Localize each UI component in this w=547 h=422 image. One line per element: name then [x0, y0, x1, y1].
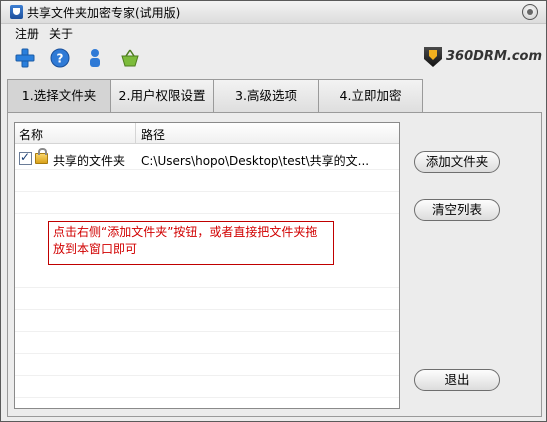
- list-header: 名称 路径: [15, 123, 399, 144]
- app-shield-icon: [10, 5, 23, 19]
- tab-encrypt-now[interactable]: 4.立即加密: [318, 79, 423, 112]
- window-title: 共享文件夹加密专家(试用版): [27, 6, 181, 20]
- table-row-empty: [15, 376, 399, 398]
- menu-register[interactable]: 注册: [15, 25, 39, 42]
- menu-about[interactable]: 关于: [49, 25, 73, 42]
- drag-hint-message: 点击右侧“添加文件夹”按钮，或者直接把文件夹拖放到本窗口即可: [48, 221, 334, 265]
- tab-user-permissions[interactable]: 2.用户权限设置: [110, 79, 214, 112]
- table-row-empty: [15, 170, 399, 192]
- add-folder-button[interactable]: 添加文件夹: [414, 151, 500, 173]
- brand-logo: 360DRM.com: [424, 46, 542, 68]
- table-row-empty: [15, 310, 399, 332]
- row-checkbox[interactable]: [19, 150, 32, 165]
- tab-advanced-options[interactable]: 3.高级选项: [213, 79, 319, 112]
- title-bar: 共享文件夹加密专家(试用版): [1, 1, 546, 24]
- user-icon[interactable]: [84, 47, 106, 69]
- folder-list[interactable]: 名称 路径 共享的文件夹 C:\Users\hopo\Desktop\test\…: [14, 122, 400, 409]
- tab-select-folder[interactable]: 1.选择文件夹: [7, 79, 111, 113]
- menu-bar: 注册 关于: [1, 23, 546, 41]
- app-window: 共享文件夹加密专家(试用版) 注册 关于 ? 360DRM.com 1.选择文件…: [0, 0, 547, 422]
- exit-button[interactable]: 退出: [414, 369, 500, 391]
- help-icon[interactable]: ?: [49, 47, 71, 69]
- svg-text:?: ?: [57, 52, 64, 66]
- table-row[interactable]: 共享的文件夹 C:\Users\hopo\Desktop\test\共享的文..…: [15, 148, 399, 170]
- column-name[interactable]: 名称: [19, 126, 43, 143]
- table-row-empty: [15, 354, 399, 376]
- table-row-empty: [15, 266, 399, 288]
- folder-panel: 名称 路径 共享的文件夹 C:\Users\hopo\Desktop\test\…: [7, 112, 542, 417]
- lock-icon: [35, 148, 48, 164]
- table-row-empty: [15, 332, 399, 354]
- table-row-empty: [15, 288, 399, 310]
- close-button[interactable]: [522, 4, 538, 20]
- column-divider: [135, 123, 136, 143]
- brand-text: 360DRM.com: [446, 49, 542, 64]
- row-folder-name: 共享的文件夹: [53, 154, 126, 168]
- shield-logo-icon: [424, 47, 442, 67]
- plus-icon[interactable]: [14, 47, 36, 69]
- basket-icon[interactable]: [119, 47, 141, 69]
- table-row-empty: [15, 192, 399, 214]
- row-folder-path: C:\Users\hopo\Desktop\test\共享的文...: [141, 154, 370, 168]
- column-path[interactable]: 路径: [141, 126, 165, 143]
- clear-list-button[interactable]: 清空列表: [414, 199, 500, 221]
